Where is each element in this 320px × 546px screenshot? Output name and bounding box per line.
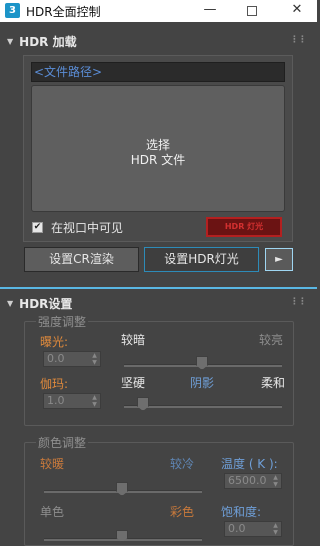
viewport-visible-checkbox[interactable]: ✔ [32, 222, 43, 233]
spinner-arrows-icon[interactable]: ▲ ▼ [90, 352, 99, 366]
gamma-label: 伽玛: [40, 377, 69, 391]
shadow-label: 阴影 [190, 376, 215, 390]
grip-icon[interactable]: ⋮⋮ [290, 297, 307, 307]
hard-label: 坚硬 [121, 376, 146, 390]
exposure-value: 0.0 [47, 352, 65, 365]
maximize-icon [247, 6, 257, 16]
color-group-title: 颜色调整 [36, 434, 89, 451]
rollout-divider [0, 287, 317, 289]
spinner-arrows-icon[interactable]: ▲ ▼ [271, 474, 280, 488]
spinner-arrows-icon[interactable]: ▲ ▼ [271, 522, 280, 536]
saturation-spinner[interactable]: 0.0 ▲ ▼ [224, 521, 282, 537]
intensity-group-title: 强度调整 [36, 313, 89, 330]
viewport-visible-label: 在视口中可见 [51, 221, 124, 235]
play-arrow-button[interactable]: ► [265, 248, 293, 271]
minimize-button[interactable]: — [190, 0, 230, 22]
setup-hdr-light-button[interactable]: 设置HDR灯光 [144, 247, 259, 272]
gamma-spinner[interactable]: 1.0 ▲ ▼ [43, 393, 101, 409]
exposure-spinner[interactable]: 0.0 ▲ ▼ [43, 351, 101, 367]
gamma-value: 1.0 [47, 394, 65, 407]
exposure-label: 曝光: [40, 335, 69, 349]
collapse-arrow-icon: ▼ [7, 36, 14, 46]
rollout-title: HDR设置 [19, 296, 73, 311]
grip-icon[interactable]: ⋮⋮ [290, 35, 307, 45]
rollout-hdr-settings-header[interactable]: ▼ HDR设置 ⋮⋮ [3, 294, 314, 312]
rollout-title: HDR 加载 [19, 34, 77, 49]
window-title: HDR全面控制 [26, 5, 101, 19]
rollout-hdr-load-header[interactable]: ▼ HDR 加载 ⋮⋮ [3, 32, 314, 50]
spinner-arrows-icon[interactable]: ▲ ▼ [90, 394, 99, 408]
temperature-spinner[interactable]: 6500.0 ▲ ▼ [224, 473, 282, 489]
setup-cr-render-button[interactable]: 设置CR渲染 [24, 247, 139, 272]
soft-label: 柔和 [261, 376, 286, 390]
close-button[interactable]: ✕ [277, 0, 317, 22]
preview-label-hdr-file: HDR 文件 [130, 153, 186, 167]
darker-label: 较暗 [121, 333, 146, 347]
temperature-label: 温度 ( K ): [221, 457, 278, 471]
window-titlebar: 3 HDR全面控制 — ✕ [0, 0, 317, 22]
brighter-label: 较亮 [259, 333, 284, 347]
collapse-arrow-icon: ▼ [7, 298, 14, 308]
color-label: 彩色 [170, 505, 195, 519]
select-hdr-file-button[interactable]: 选择 HDR 文件 [31, 85, 285, 212]
warmer-label: 较暖 [40, 457, 65, 471]
cooler-label: 较冷 [170, 457, 195, 471]
mono-label: 单色 [40, 505, 65, 519]
file-path-field[interactable]: <文件路径> [31, 62, 285, 82]
hdr-light-status-button[interactable]: HDR 灯光 [206, 217, 282, 237]
maximize-button[interactable] [232, 0, 272, 22]
saturation-value: 0.0 [228, 522, 246, 535]
saturation-label: 饱和度: [221, 505, 262, 519]
temperature-value: 6500.0 [228, 474, 267, 487]
app-logo-icon: 3 [5, 3, 20, 18]
